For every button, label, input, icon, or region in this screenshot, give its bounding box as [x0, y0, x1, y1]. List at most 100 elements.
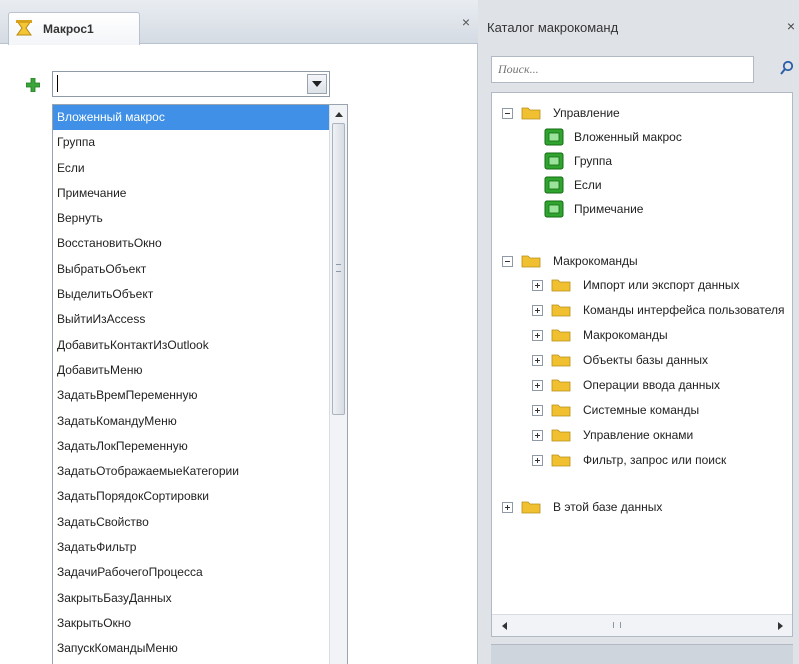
folder-icon	[521, 107, 541, 120]
action-option[interactable]: ЗадатьКомандуМеню	[53, 409, 329, 434]
action-option[interactable]: Вернуть	[53, 206, 329, 231]
scroll-grip	[336, 264, 341, 272]
tree-node-in-this-database[interactable]: В этой базе данных	[502, 495, 662, 519]
tree-item-control-flow[interactable]: Если	[544, 173, 602, 197]
new-action-combobox[interactable]	[52, 71, 330, 97]
action-option[interactable]: Если	[53, 156, 329, 181]
action-option[interactable]: Примечание	[53, 181, 329, 206]
tree-group-action-category[interactable]: Макрокоманды	[532, 323, 668, 347]
horizontal-scrollbar[interactable]	[492, 614, 792, 636]
macro-block-icon	[544, 200, 564, 218]
tree-node-actions[interactable]: Макрокоманды	[502, 249, 638, 273]
action-option[interactable]: ЗадатьСвойство	[53, 510, 329, 535]
folder-icon	[551, 304, 571, 317]
action-option[interactable]: ЗадатьПорядокСортировки	[53, 484, 329, 509]
triangle-left-icon	[501, 622, 507, 630]
folder-icon	[551, 354, 571, 367]
green-plus-icon[interactable]	[26, 78, 40, 92]
expand-toggle[interactable]	[532, 454, 543, 466]
action-option[interactable]: Группа	[53, 130, 329, 155]
action-option[interactable]: ЗакрытьБазуДанных	[53, 586, 329, 611]
tree-item-label: Примечание	[574, 202, 644, 216]
expand-toggle[interactable]	[532, 379, 543, 391]
tree-node-control-flow[interactable]: Управление	[502, 101, 620, 125]
tree-group-action-category[interactable]: Операции ввода данных	[532, 373, 720, 397]
collapse-toggle[interactable]	[502, 107, 513, 119]
action-option[interactable]: ДобавитьКонтактИзOutlook	[53, 333, 329, 358]
tree-item-control-flow[interactable]: Примечание	[544, 197, 643, 221]
catalog-search-box[interactable]	[491, 56, 754, 83]
tree-group-label: Управление окнами	[583, 428, 694, 442]
action-items-container: Вложенный макрос Группа Если Примечание Верн…	[53, 105, 347, 662]
action-option[interactable]: ДобавитьМеню	[53, 358, 329, 383]
action-option[interactable]: ЗапускКомандыМеню	[53, 636, 329, 661]
action-dropdown-list[interactable]: Вложенный макрос Группа Если Примечание Верн…	[52, 104, 348, 664]
scroll-left-button[interactable]	[498, 620, 510, 632]
minus-icon	[505, 112, 510, 114]
tree-group-action-category[interactable]: Системные команды	[532, 398, 699, 422]
tree-group-label: Макрокоманды	[583, 328, 668, 342]
new-action-input[interactable]	[53, 72, 307, 96]
action-option[interactable]: ЗадатьФильтр	[53, 535, 329, 560]
expand-toggle[interactable]	[532, 404, 543, 416]
tree-item-control-flow[interactable]: Группа	[544, 149, 612, 173]
folder-icon	[551, 329, 571, 342]
folder-icon	[521, 501, 541, 514]
close-catalog-button[interactable]: ×	[787, 18, 795, 34]
tab-macro1[interactable]: Макрос1	[8, 12, 140, 45]
expand-toggle[interactable]	[532, 304, 543, 316]
close-tab-button[interactable]: ×	[462, 14, 470, 30]
tree-group-action-category[interactable]: Фильтр, запрос или поиск	[532, 448, 726, 472]
tree-group-action-category[interactable]: Импорт или экспорт данных	[532, 273, 740, 297]
plus-icon	[535, 432, 540, 438]
scroll-grip[interactable]	[613, 622, 621, 628]
scroll-right-button[interactable]	[774, 620, 786, 632]
catalog-search-input[interactable]	[492, 57, 753, 82]
tree-group-action-category[interactable]: Команды интерфейса пользователя	[532, 298, 784, 322]
text-cursor	[57, 75, 58, 92]
action-option[interactable]: ЗадачиРабочегоПроцесса	[53, 560, 329, 585]
tree-group-action-category[interactable]: Управление окнами	[532, 423, 693, 447]
expand-toggle[interactable]	[532, 354, 543, 366]
action-option[interactable]: ВыбратьОбъект	[53, 257, 329, 282]
scroll-up-button[interactable]	[330, 105, 347, 123]
folder-icon	[551, 279, 571, 292]
tab-title: Макрос1	[43, 22, 94, 36]
folder-icon	[521, 255, 541, 268]
plus-icon	[535, 357, 540, 363]
folder-icon	[551, 454, 571, 467]
action-option[interactable]: ЗадатьОтображаемыеКатегории	[53, 459, 329, 484]
action-option[interactable]: ВосстановитьОкно	[53, 231, 329, 256]
tree-item-control-flow[interactable]: Вложенный макрос	[544, 125, 682, 149]
plus-icon	[535, 457, 540, 463]
tree-group-label: Объекты базы данных	[583, 353, 708, 367]
plus-icon	[505, 504, 510, 510]
catalog-footer	[491, 644, 793, 664]
plus-icon	[535, 407, 540, 413]
tree-item-label: Если	[574, 178, 602, 192]
search-icon[interactable]	[779, 60, 795, 76]
action-option[interactable]: Вложенный макрос	[53, 105, 329, 131]
tree-group-action-category[interactable]: Объекты базы данных	[532, 348, 708, 372]
tree-node-label: В этой базе данных	[553, 500, 663, 514]
plus-icon	[535, 307, 540, 313]
document-tab-strip: Макрос1 ×	[0, 0, 478, 45]
action-option[interactable]: ВыделитьОбъект	[53, 282, 329, 307]
action-option[interactable]: ЗадатьВремПеременную	[53, 383, 329, 408]
expand-toggle[interactable]	[532, 429, 543, 441]
action-option[interactable]: ЗадатьЛокПеременную	[53, 434, 329, 459]
vertical-scrollbar[interactable]	[329, 105, 347, 664]
tree-item-label: Вложенный макрос	[574, 130, 682, 144]
collapse-toggle[interactable]	[502, 255, 513, 267]
tree-group-label: Импорт или экспорт данных	[583, 278, 740, 292]
action-option[interactable]: ВыйтиИзAccess	[53, 307, 329, 332]
scroll-thumb[interactable]	[332, 123, 345, 415]
action-catalog-pane: Каталог макрокоманд × Управление Вложенн…	[479, 0, 799, 664]
dropdown-button[interactable]	[307, 74, 327, 94]
action-option[interactable]: ЗакрытьОкно	[53, 611, 329, 636]
tree-item-label: Группа	[574, 154, 613, 168]
tree-group-label: Фильтр, запрос или поиск	[583, 453, 727, 467]
expand-toggle[interactable]	[502, 501, 513, 513]
expand-toggle[interactable]	[532, 279, 543, 291]
expand-toggle[interactable]	[532, 329, 543, 341]
